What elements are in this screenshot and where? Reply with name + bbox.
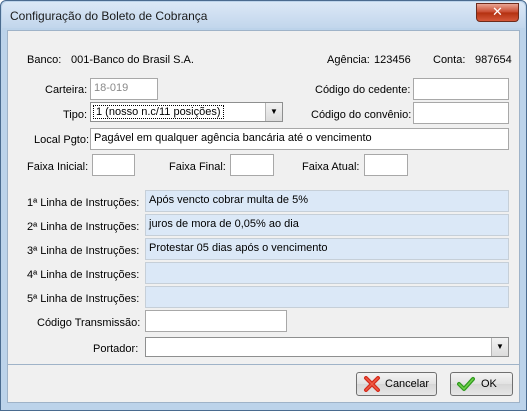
- close-button[interactable]: ✕: [476, 3, 519, 22]
- conta-value: 987654: [475, 54, 512, 66]
- faixa-atual-label: Faixa Atual:: [302, 161, 360, 173]
- button-bar: Cancelar OK: [7, 365, 520, 403]
- instrucao-2-field[interactable]: juros de mora de 0,05% ao dia: [145, 214, 509, 236]
- red-x-icon: [364, 376, 380, 392]
- portador-label: Portador:: [93, 343, 139, 355]
- instrucao-3-label: 3ª Linha de Instruções:: [27, 245, 140, 257]
- codigo-cedente-field[interactable]: [413, 78, 509, 100]
- faixa-inicial-label: Faixa Inicial:: [27, 161, 89, 173]
- instrucao-5-label: 5ª Linha de Instruções:: [27, 293, 140, 305]
- chevron-down-icon[interactable]: ▼: [491, 338, 508, 356]
- chevron-down-icon[interactable]: ▼: [265, 103, 282, 121]
- local-pgto-field[interactable]: Pagável em qualquer agência bancária até…: [90, 128, 509, 150]
- carteira-field[interactable]: 18-019: [90, 78, 158, 100]
- ok-label: OK: [481, 378, 497, 390]
- green-check-icon: [457, 377, 475, 391]
- faixa-inicial-field[interactable]: [92, 154, 135, 176]
- instrucao-5-field[interactable]: [145, 286, 509, 308]
- tipo-select[interactable]: 1 (nosso n.c/11 posições) ▼: [90, 102, 283, 122]
- banco-label: Banco:: [27, 54, 62, 66]
- window-title: Configuração do Boleto de Cobrança: [10, 9, 208, 23]
- close-icon: ✕: [492, 5, 503, 20]
- faixa-final-label: Faixa Final:: [169, 161, 226, 173]
- tipo-label: Tipo:: [63, 109, 88, 121]
- conta-label: Conta:: [433, 54, 466, 66]
- codigo-transmissao-field[interactable]: [145, 310, 287, 332]
- dialog-window: Configuração do Boleto de Cobrança ✕ Ban…: [0, 0, 527, 411]
- instrucao-2-label: 2ª Linha de Instruções:: [27, 221, 140, 233]
- agencia-value: 123456: [374, 54, 411, 66]
- instrucao-1-field[interactable]: Após vencto cobrar multa de 5%: [145, 190, 509, 212]
- instrucao-1-label: 1ª Linha de Instruções:: [27, 197, 140, 209]
- ok-button[interactable]: OK: [450, 372, 513, 396]
- cancel-button[interactable]: Cancelar: [356, 372, 437, 396]
- codigo-convenio-field[interactable]: [413, 102, 509, 124]
- codigo-transmissao-label: Código Transmissão:: [37, 317, 141, 329]
- instrucao-4-field[interactable]: [145, 262, 509, 284]
- codigo-cedente-label: Código do cedente:: [315, 84, 411, 96]
- portador-select[interactable]: ▼: [145, 337, 509, 357]
- faixa-atual-field[interactable]: [364, 154, 408, 176]
- carteira-label: Carteira:: [45, 84, 88, 96]
- tipo-selected-value: 1 (nosso n.c/11 posições): [93, 105, 224, 119]
- local-pgto-label: Local Pgto:: [34, 134, 90, 146]
- banco-value: 001-Banco do Brasil S.A.: [71, 54, 194, 66]
- instrucao-3-field[interactable]: Protestar 05 dias após o vencimento: [145, 238, 509, 260]
- codigo-convenio-label: Código do convênio:: [311, 109, 412, 121]
- instrucao-4-label: 4ª Linha de Instruções:: [27, 269, 140, 281]
- title-bar[interactable]: Configuração do Boleto de Cobrança ✕: [2, 2, 525, 28]
- agencia-label: Agência:: [327, 54, 370, 66]
- cancel-label: Cancelar: [385, 378, 430, 390]
- form-panel: Banco: 001-Banco do Brasil S.A. Agência:…: [7, 30, 520, 365]
- faixa-final-field[interactable]: [230, 154, 274, 176]
